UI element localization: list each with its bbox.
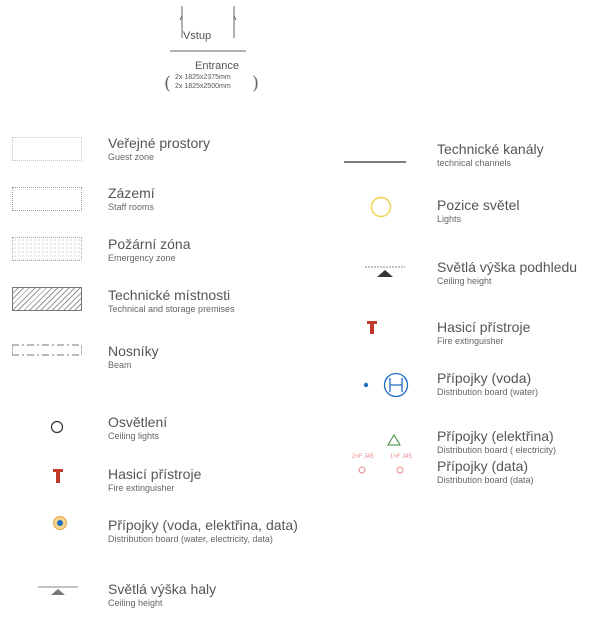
legend-subtitle: Fire extinguisher [437,336,504,346]
data-socket-label-right: 1×F J45 [390,454,412,460]
legend-title: Nosníky [108,343,159,359]
legend-item-hall-height: Světlá výška haly Ceiling height [108,581,216,609]
legend-subtitle: Emergency zone [108,253,176,263]
legend-title: Technické kanály [437,141,544,157]
light-position-circle-icon [370,196,392,218]
legend-title: Přípojky (voda, elektřina, data) [108,517,298,533]
hall-height-marker-icon [38,583,78,595]
legend-title: Přípojky (elektřina) [437,428,554,444]
technical-premises-swatch [12,287,82,311]
legend-subtitle: Ceiling lights [108,431,160,441]
distribution-board-icon [52,515,68,531]
legend-item-emergency-zone: Požární zóna Emergency zone [108,236,191,264]
legend-title: Požární zóna [108,236,191,252]
technical-channel-line [344,150,406,163]
entrance-vstup-label: Vstup [183,30,212,42]
legend-title: Veřejné prostory [108,135,210,151]
legend-subtitle: Lights [437,214,462,224]
legend-item-water-board: Přípojky (voda) Distribution board (wate… [437,370,538,398]
beam-symbol [11,343,83,357]
legend-item-electricity-board: Přípojky (elektřina) Distribution board … [437,428,556,456]
legend-item-data-board: Přípojky (data) Distribution board (data… [437,458,534,486]
legend-item-fire-extinguisher: Hasicí přístroje Fire extinguisher [108,466,201,494]
legend-item-light-positions: Pozice světel Lights [437,197,519,225]
data-socket-label-left: 2×F J45 [352,454,374,460]
ceiling-light-circle-icon [50,420,64,434]
legend-item-technical-channels: Technické kanály technical channels [437,141,544,169]
legend-title: Technické místnosti [108,287,231,303]
electricity-triangle-icon [387,433,401,446]
legend-subtitle: Distribution board ( electricity) [437,445,557,455]
suspended-ceiling-height-marker-icon [365,265,405,277]
entrance-symbol [170,0,246,52]
water-hydrant-icon [362,371,410,401]
legend-subtitle: Guest zone [108,152,155,162]
legend-subtitle: Technical and storage premises [108,304,235,314]
legend-subtitle: Distribution board (water, electricity, … [108,534,273,544]
open-paren: ( [164,73,172,94]
legend-subtitle: Fire extinguisher [108,483,175,493]
data-socket-icons: 2×F J45 1×F J45 [352,454,416,480]
guest-zone-swatch [12,137,82,161]
fire-extinguisher-icon [367,321,377,334]
legend-item-ceiling-lights: Osvětlení Ceiling lights [108,414,167,442]
legend-subtitle: Ceiling height [108,598,163,608]
legend-title: Světlá výška podhledu [437,259,578,275]
legend-subtitle: Ceiling height [437,276,492,286]
legend-item-fire-extinguisher-right: Hasicí přístroje Fire extinguisher [437,319,530,347]
legend-title: Hasicí přístroje [108,466,202,482]
emergency-zone-swatch [12,237,82,261]
legend-item-distribution-board-all: Přípojky (voda, elektřina, data) Distrib… [108,517,298,545]
legend-item-staff-rooms: Zázemí Staff rooms [108,185,155,213]
legend-item-suspended-ceiling-height: Světlá výška podhledu Ceiling height [437,259,577,287]
legend-title: Přípojky (data) [437,458,529,474]
legend-title: Přípojky (voda) [437,370,532,386]
legend-subtitle: technical channels [437,158,512,168]
close-paren: ) [252,73,260,94]
fire-extinguisher-icon [53,469,63,483]
legend-item-technical-premises: Technické místnosti Technical and storag… [108,287,235,315]
legend-subtitle: Beam [108,360,132,370]
legend-subtitle: Staff rooms [108,202,154,212]
entrance-title: Entrance [194,60,240,72]
legend-subtitle: Distribution board (data) [437,475,534,485]
legend-title: Světlá výška haly [108,581,217,597]
legend-title: Pozice světel [437,197,520,213]
legend-item-guest-zone: Veřejné prostory Guest zone [108,135,210,163]
staff-rooms-swatch [12,187,82,211]
legend-title: Osvětlení [108,414,168,430]
legend-title: Hasicí přístroje [437,319,531,335]
legend-item-beam: Nosníky Beam [108,343,159,371]
legend-subtitle: Distribution board (water) [437,387,539,397]
legend-title: Zázemí [108,185,155,201]
